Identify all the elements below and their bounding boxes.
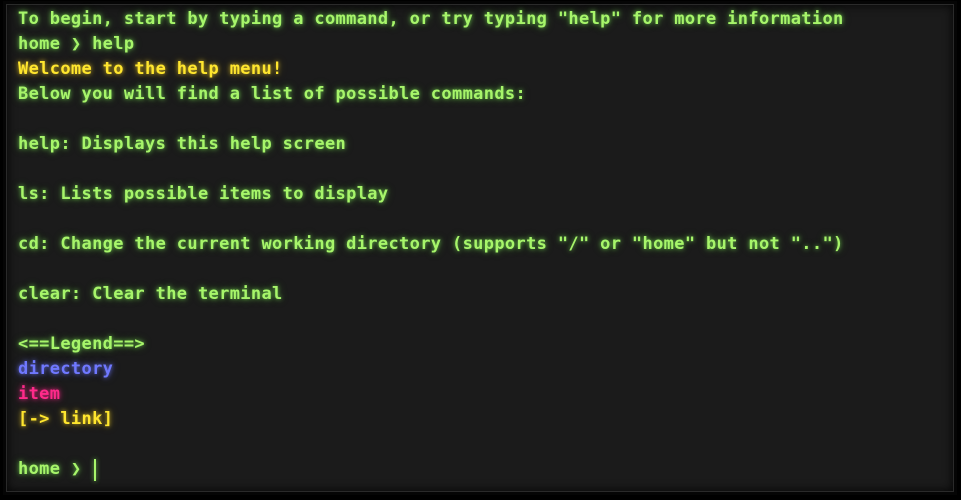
command-clear: clear: Clear the terminal xyxy=(18,284,283,304)
command-input[interactable] xyxy=(95,457,698,482)
prompt-label: home ❯ xyxy=(18,459,82,479)
command-cd: cd: Change the current working directory… xyxy=(18,234,844,254)
terminal-window[interactable]: To begin, start by typing a command, or … xyxy=(6,4,954,492)
history-prompt: home ❯ help xyxy=(18,34,135,54)
welcome-message: Welcome to the help menu! xyxy=(18,59,283,79)
legend-header: <==Legend==> xyxy=(18,334,146,354)
command-prompt-row: home ❯ xyxy=(18,457,698,482)
legend-link: [-> link] xyxy=(18,409,114,429)
intro-message: To begin, start by typing a command, or … xyxy=(18,9,844,29)
command-ls: ls: Lists possible items to display xyxy=(18,184,389,204)
legend-item: item xyxy=(18,384,61,404)
commands-intro: Below you will find a list of possible c… xyxy=(18,84,527,104)
command-help: help: Displays this help screen xyxy=(18,134,347,154)
legend-directory: directory xyxy=(18,359,114,379)
